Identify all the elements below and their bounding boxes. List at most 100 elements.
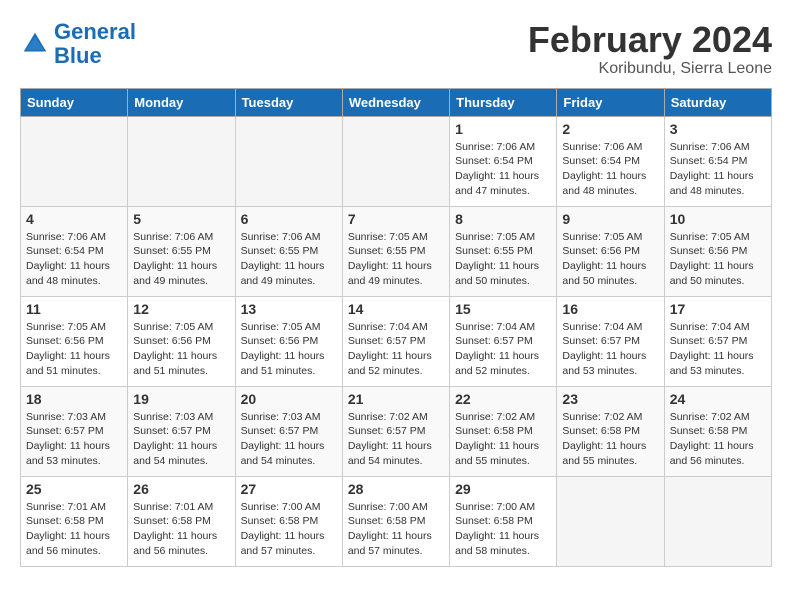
calendar-day-cell: 22 Sunrise: 7:02 AM Sunset: 6:58 PM Dayli… bbox=[450, 386, 557, 476]
weekday-header: Thursday bbox=[450, 88, 557, 116]
calendar-day-cell: 12 Sunrise: 7:05 AM Sunset: 6:56 PM Dayli… bbox=[128, 296, 235, 386]
calendar-day-cell: 9Sunrise: 7:05 AM Sunset: 6:56 PM Daylig… bbox=[557, 206, 664, 296]
day-number: 10 bbox=[670, 211, 766, 227]
day-number: 9 bbox=[562, 211, 658, 227]
logo-icon bbox=[20, 29, 50, 59]
day-info: Sunrise: 7:05 AM Sunset: 6:56 PM Dayligh… bbox=[133, 320, 229, 379]
day-info: Sunrise: 7:06 AM Sunset: 6:55 PM Dayligh… bbox=[241, 230, 337, 289]
day-info: Sunrise: 7:06 AM Sunset: 6:54 PM Dayligh… bbox=[562, 140, 658, 199]
day-info: Sunrise: 7:03 AM Sunset: 6:57 PM Dayligh… bbox=[26, 410, 122, 469]
calendar-day-cell: 6 Sunrise: 7:06 AM Sunset: 6:55 PM Daylig… bbox=[235, 206, 342, 296]
day-number: 22 bbox=[455, 391, 551, 407]
day-number: 27 bbox=[241, 481, 337, 497]
day-info: Sunrise: 7:06 AM Sunset: 6:54 PM Dayligh… bbox=[455, 140, 551, 199]
calendar-day-cell: 21 Sunrise: 7:02 AM Sunset: 6:57 PM Dayli… bbox=[342, 386, 449, 476]
day-number: 29 bbox=[455, 481, 551, 497]
calendar-week-row: 1 Sunrise: 7:06 AM Sunset: 6:54 PM Daylig… bbox=[21, 116, 772, 206]
day-info: Sunrise: 7:01 AM Sunset: 6:58 PM Dayligh… bbox=[133, 500, 229, 559]
day-number: 14 bbox=[348, 301, 444, 317]
weekday-header: Wednesday bbox=[342, 88, 449, 116]
day-info: Sunrise: 7:00 AM Sunset: 6:58 PM Dayligh… bbox=[348, 500, 444, 559]
day-info: Sunrise: 7:05 AM Sunset: 6:56 PM Dayligh… bbox=[670, 230, 766, 289]
calendar-week-row: 25 Sunrise: 7:01 AM Sunset: 6:58 PM Dayli… bbox=[21, 476, 772, 566]
calendar-table: SundayMondayTuesdayWednesdayThursdayFrid… bbox=[20, 88, 772, 567]
calendar-day-cell: 10 Sunrise: 7:05 AM Sunset: 6:56 PM Dayli… bbox=[664, 206, 771, 296]
calendar-day-cell: 3 Sunrise: 7:06 AM Sunset: 6:54 PM Daylig… bbox=[664, 116, 771, 206]
day-number: 23 bbox=[562, 391, 658, 407]
day-number: 26 bbox=[133, 481, 229, 497]
calendar-day-cell: 8 Sunrise: 7:05 AM Sunset: 6:55 PM Daylig… bbox=[450, 206, 557, 296]
logo-text: General Blue bbox=[54, 20, 136, 68]
day-number: 17 bbox=[670, 301, 766, 317]
calendar-day-cell: 7 Sunrise: 7:05 AM Sunset: 6:55 PM Daylig… bbox=[342, 206, 449, 296]
day-info: Sunrise: 7:05 AM Sunset: 6:55 PM Dayligh… bbox=[455, 230, 551, 289]
month-year-title: February 2024 bbox=[528, 20, 772, 60]
calendar-day-cell: 5 Sunrise: 7:06 AM Sunset: 6:55 PM Daylig… bbox=[128, 206, 235, 296]
day-info: Sunrise: 7:04 AM Sunset: 6:57 PM Dayligh… bbox=[455, 320, 551, 379]
calendar-day-cell: 2 Sunrise: 7:06 AM Sunset: 6:54 PM Daylig… bbox=[557, 116, 664, 206]
day-info: Sunrise: 7:05 AM Sunset: 6:56 PM Dayligh… bbox=[241, 320, 337, 379]
weekday-header: Tuesday bbox=[235, 88, 342, 116]
day-info: Sunrise: 7:06 AM Sunset: 6:54 PM Dayligh… bbox=[26, 230, 122, 289]
day-number: 5 bbox=[133, 211, 229, 227]
day-info: Sunrise: 7:05 AM Sunset: 6:56 PM Dayligh… bbox=[26, 320, 122, 379]
calendar-day-cell bbox=[342, 116, 449, 206]
day-number: 3 bbox=[670, 121, 766, 137]
day-info: Sunrise: 7:00 AM Sunset: 6:58 PM Dayligh… bbox=[241, 500, 337, 559]
calendar-day-cell: 26 Sunrise: 7:01 AM Sunset: 6:58 PM Dayli… bbox=[128, 476, 235, 566]
day-number: 12 bbox=[133, 301, 229, 317]
calendar-day-cell: 13 Sunrise: 7:05 AM Sunset: 6:56 PM Dayli… bbox=[235, 296, 342, 386]
day-number: 8 bbox=[455, 211, 551, 227]
day-number: 28 bbox=[348, 481, 444, 497]
day-info: Sunrise: 7:02 AM Sunset: 6:58 PM Dayligh… bbox=[455, 410, 551, 469]
day-info: Sunrise: 7:00 AM Sunset: 6:58 PM Dayligh… bbox=[455, 500, 551, 559]
calendar-day-cell: 28 Sunrise: 7:00 AM Sunset: 6:58 PM Dayli… bbox=[342, 476, 449, 566]
calendar-day-cell bbox=[557, 476, 664, 566]
day-number: 2 bbox=[562, 121, 658, 137]
day-info: Sunrise: 7:06 AM Sunset: 6:54 PM Dayligh… bbox=[670, 140, 766, 199]
day-info: Sunrise: 7:02 AM Sunset: 6:57 PM Dayligh… bbox=[348, 410, 444, 469]
calendar-week-row: 4 Sunrise: 7:06 AM Sunset: 6:54 PM Daylig… bbox=[21, 206, 772, 296]
day-number: 25 bbox=[26, 481, 122, 497]
day-info: Sunrise: 7:02 AM Sunset: 6:58 PM Dayligh… bbox=[670, 410, 766, 469]
day-number: 13 bbox=[241, 301, 337, 317]
calendar-day-cell: 15 Sunrise: 7:04 AM Sunset: 6:57 PM Dayli… bbox=[450, 296, 557, 386]
day-number: 4 bbox=[26, 211, 122, 227]
page-header: General Blue February 2024 Koribundu, Si… bbox=[20, 20, 772, 78]
day-number: 11 bbox=[26, 301, 122, 317]
calendar-day-cell: 24 Sunrise: 7:02 AM Sunset: 6:58 PM Dayli… bbox=[664, 386, 771, 476]
day-number: 24 bbox=[670, 391, 766, 407]
day-number: 19 bbox=[133, 391, 229, 407]
day-info: Sunrise: 7:03 AM Sunset: 6:57 PM Dayligh… bbox=[133, 410, 229, 469]
weekday-header: Saturday bbox=[664, 88, 771, 116]
calendar-day-cell bbox=[21, 116, 128, 206]
calendar-day-cell: 23 Sunrise: 7:02 AM Sunset: 6:58 PM Dayli… bbox=[557, 386, 664, 476]
day-info: Sunrise: 7:04 AM Sunset: 6:57 PM Dayligh… bbox=[670, 320, 766, 379]
day-number: 7 bbox=[348, 211, 444, 227]
calendar-day-cell: 4 Sunrise: 7:06 AM Sunset: 6:54 PM Daylig… bbox=[21, 206, 128, 296]
calendar-day-cell: 18 Sunrise: 7:03 AM Sunset: 6:57 PM Dayli… bbox=[21, 386, 128, 476]
day-info: Sunrise: 7:06 AM Sunset: 6:55 PM Dayligh… bbox=[133, 230, 229, 289]
day-info: Sunrise: 7:02 AM Sunset: 6:58 PM Dayligh… bbox=[562, 410, 658, 469]
day-number: 18 bbox=[26, 391, 122, 407]
calendar-day-cell: 17 Sunrise: 7:04 AM Sunset: 6:57 PM Dayli… bbox=[664, 296, 771, 386]
calendar-week-row: 18 Sunrise: 7:03 AM Sunset: 6:57 PM Dayli… bbox=[21, 386, 772, 476]
weekday-header: Monday bbox=[128, 88, 235, 116]
day-info: Sunrise: 7:05 AM Sunset: 6:55 PM Dayligh… bbox=[348, 230, 444, 289]
day-number: 16 bbox=[562, 301, 658, 317]
day-info: Sunrise: 7:04 AM Sunset: 6:57 PM Dayligh… bbox=[562, 320, 658, 379]
calendar-day-cell: 20Sunrise: 7:03 AM Sunset: 6:57 PM Dayli… bbox=[235, 386, 342, 476]
calendar-day-cell: 1 Sunrise: 7:06 AM Sunset: 6:54 PM Daylig… bbox=[450, 116, 557, 206]
weekday-header: Friday bbox=[557, 88, 664, 116]
day-number: 1 bbox=[455, 121, 551, 137]
day-number: 6 bbox=[241, 211, 337, 227]
calendar-day-cell: 14Sunrise: 7:04 AM Sunset: 6:57 PM Dayli… bbox=[342, 296, 449, 386]
day-number: 21 bbox=[348, 391, 444, 407]
logo-blue: Blue bbox=[54, 43, 102, 68]
logo-general: General bbox=[54, 19, 136, 44]
calendar-day-cell: 25Sunrise: 7:01 AM Sunset: 6:58 PM Dayli… bbox=[21, 476, 128, 566]
calendar-week-row: 11 Sunrise: 7:05 AM Sunset: 6:56 PM Dayli… bbox=[21, 296, 772, 386]
day-number: 15 bbox=[455, 301, 551, 317]
title-section: February 2024 Koribundu, Sierra Leone bbox=[528, 20, 772, 78]
calendar-day-cell: 16 Sunrise: 7:04 AM Sunset: 6:57 PM Dayli… bbox=[557, 296, 664, 386]
